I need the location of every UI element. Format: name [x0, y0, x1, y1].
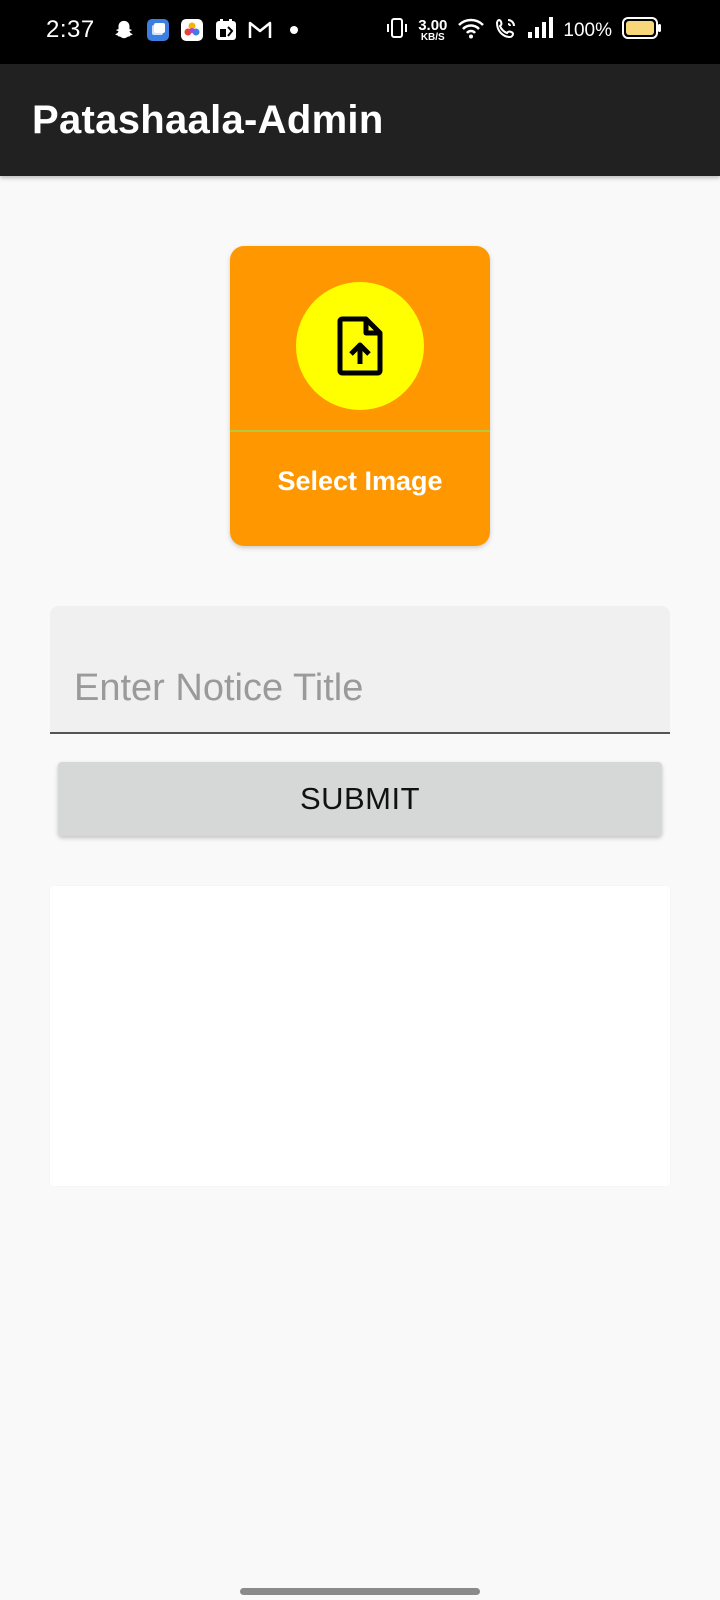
photos-icon: [180, 18, 204, 42]
battery-icon: [622, 16, 662, 45]
network-speed: 3.00 KB/S: [418, 18, 447, 43]
file-upload-icon: [337, 316, 383, 376]
status-time: 2:37: [46, 16, 95, 43]
network-speed-value: 3.00: [418, 17, 448, 34]
snapchat-icon: [112, 18, 136, 42]
submit-button[interactable]: SUBMIT: [58, 762, 662, 836]
more-notifications-dot: [290, 26, 298, 34]
image-preview: [50, 886, 670, 1186]
select-image-card[interactable]: Select Image: [230, 246, 490, 546]
wifi-call-icon: [495, 17, 517, 44]
upload-circle: [296, 282, 424, 410]
gmail-icon: [248, 18, 272, 42]
status-indicators: 3.00 KB/S 100%: [386, 16, 662, 45]
battery-percent: 100%: [563, 19, 612, 41]
card-divider: [230, 430, 490, 432]
app-bar: Patashaala-Admin: [0, 64, 720, 176]
notice-title-input[interactable]: [74, 662, 644, 714]
notice-title-field[interactable]: [50, 606, 670, 734]
notification-icons: [112, 18, 298, 42]
signal-icon: [527, 17, 554, 44]
status-bar: 2:37 3.00 KB/S 100%: [0, 0, 720, 64]
blue-app-icon: [146, 18, 170, 42]
network-speed-unit: KB/S: [420, 32, 445, 43]
wifi-icon: [457, 17, 485, 44]
app-title: Patashaala-Admin: [32, 98, 384, 142]
calendar-icon: [214, 18, 238, 42]
home-indicator[interactable]: [240, 1588, 480, 1595]
select-image-label: Select Image: [277, 466, 443, 496]
vibrate-icon: [386, 16, 408, 45]
